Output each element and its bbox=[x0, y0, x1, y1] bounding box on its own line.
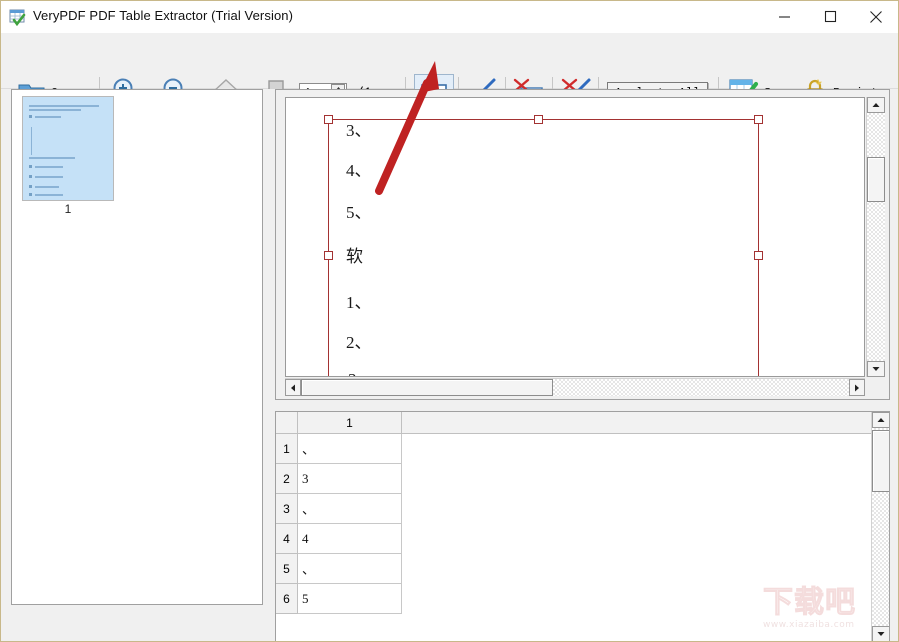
selection-handle[interactable] bbox=[324, 251, 333, 260]
grid-row-header[interactable]: 2 bbox=[276, 464, 298, 494]
thumbnail-image bbox=[22, 96, 114, 201]
application-window: VeryPDF PDF Table Extractor (Trial Versi… bbox=[0, 0, 899, 642]
close-button[interactable] bbox=[853, 1, 898, 32]
document-viewer-panel: 3、 4、 5、 软 1、 2、 3 bbox=[275, 89, 890, 400]
scroll-up-arrow[interactable] bbox=[867, 97, 885, 113]
scroll-down-arrow[interactable] bbox=[872, 626, 889, 641]
pdf-page-view[interactable]: 3、 4、 5、 软 1、 2、 3 bbox=[285, 97, 865, 377]
extracted-table-grid[interactable]: 1 1 、 2 3 3 、 4 4 5 、 6 5 bbox=[275, 411, 890, 641]
table-selection-right-edge[interactable] bbox=[758, 119, 759, 376]
toolbar: Open bbox=[1, 33, 898, 112]
grid-vertical-scrollbar[interactable] bbox=[871, 412, 889, 641]
minimize-button[interactable] bbox=[761, 1, 807, 32]
selection-handle[interactable] bbox=[324, 115, 333, 124]
scroll-thumb[interactable] bbox=[867, 157, 885, 202]
thumbnail-page-number: 1 bbox=[64, 202, 72, 216]
grid-row-header[interactable]: 5 bbox=[276, 554, 298, 584]
table-selection-top-edge[interactable] bbox=[328, 119, 758, 120]
scroll-thumb[interactable] bbox=[872, 430, 889, 492]
scroll-track-area[interactable] bbox=[867, 113, 885, 361]
thumbnail-page-1[interactable]: 1 bbox=[22, 96, 114, 216]
selection-handle[interactable] bbox=[754, 115, 763, 124]
window-title: VeryPDF PDF Table Extractor (Trial Versi… bbox=[33, 8, 294, 23]
title-bar: VeryPDF PDF Table Extractor (Trial Versi… bbox=[1, 1, 898, 33]
pdf-text-line: 4、 bbox=[346, 161, 372, 180]
grid-row-header[interactable]: 6 bbox=[276, 584, 298, 614]
grid-column-header-1[interactable]: 1 bbox=[298, 412, 402, 434]
selection-handle[interactable] bbox=[754, 251, 763, 260]
maximize-button[interactable] bbox=[807, 1, 853, 32]
scroll-down-arrow[interactable] bbox=[867, 361, 885, 377]
pdf-text-line: 2、 bbox=[346, 333, 372, 352]
selection-handle[interactable] bbox=[534, 115, 543, 124]
grid-cell[interactable]: 3 bbox=[298, 464, 402, 494]
grid-corner-header[interactable] bbox=[276, 412, 298, 434]
pdf-text-line: 5、 bbox=[346, 203, 372, 222]
grid-row-header[interactable]: 1 bbox=[276, 434, 298, 464]
grid-cell[interactable]: 、 bbox=[298, 434, 402, 464]
table-selection-left-edge[interactable] bbox=[328, 119, 329, 376]
table-app-icon bbox=[9, 8, 27, 27]
scroll-up-arrow[interactable] bbox=[872, 412, 889, 428]
thumbnail-panel[interactable]: 1 bbox=[11, 89, 263, 605]
document-horizontal-scrollbar[interactable] bbox=[285, 378, 865, 396]
grid-column-header-filler bbox=[402, 412, 889, 434]
scroll-left-arrow[interactable] bbox=[285, 379, 301, 396]
scroll-right-arrow[interactable] bbox=[849, 379, 865, 396]
pdf-text-line: 3 bbox=[348, 370, 357, 376]
pdf-text-line: 1、 bbox=[346, 293, 372, 312]
document-vertical-scrollbar[interactable] bbox=[866, 97, 885, 377]
scroll-thumb[interactable] bbox=[301, 379, 553, 396]
grid-row-header[interactable]: 3 bbox=[276, 494, 298, 524]
grid-cell[interactable]: 4 bbox=[298, 524, 402, 554]
grid-cell[interactable]: 、 bbox=[298, 494, 402, 524]
grid-cell[interactable]: 5 bbox=[298, 584, 402, 614]
pdf-text-line: 软 bbox=[346, 247, 363, 266]
grid-row-header[interactable]: 4 bbox=[276, 524, 298, 554]
grid-cell[interactable]: 、 bbox=[298, 554, 402, 584]
thumbnail-selection-overlay bbox=[23, 97, 113, 200]
main-content: 1 3、 4、 5、 软 1、 2、 3 bbox=[1, 89, 898, 641]
